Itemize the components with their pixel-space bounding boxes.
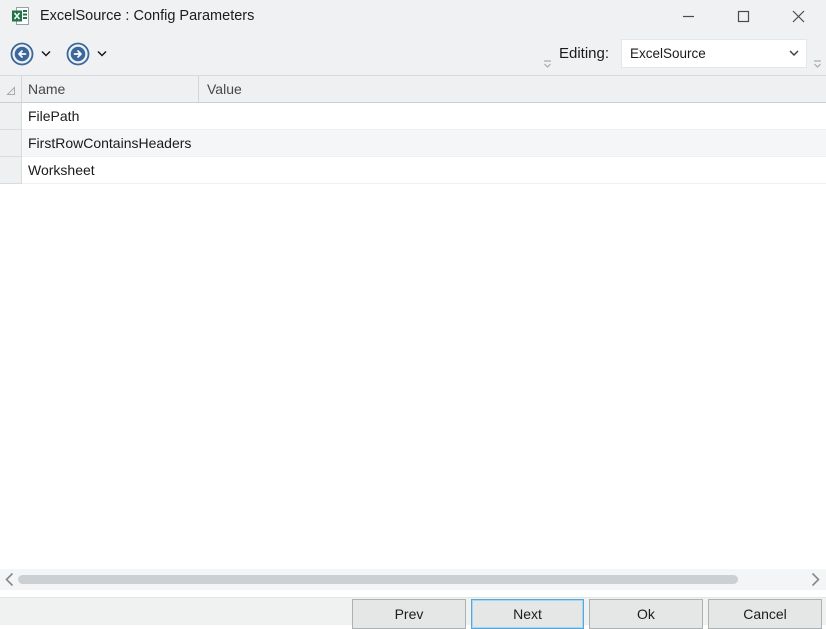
editing-combobox[interactable]: ExcelSource xyxy=(621,39,807,68)
cell-value[interactable] xyxy=(199,157,826,183)
minimize-icon xyxy=(683,15,694,17)
column-header-value[interactable]: Value xyxy=(199,76,826,102)
toolbar-overflow-icon-2[interactable] xyxy=(810,57,824,71)
select-all-corner[interactable] xyxy=(0,76,22,102)
close-button[interactable] xyxy=(771,0,826,32)
minimize-button[interactable] xyxy=(661,0,716,32)
back-button[interactable] xyxy=(9,41,35,67)
grid-row-worksheet[interactable]: Worksheet xyxy=(0,157,826,184)
maximize-icon xyxy=(737,10,750,22)
toolbar-overflow-icon[interactable] xyxy=(540,57,554,71)
editing-label: Editing: xyxy=(559,45,610,62)
parameters-grid: Name Value FilePath FirstRowContainsHead… xyxy=(0,76,826,184)
window-controls xyxy=(661,0,826,32)
toolbar: Editing: ExcelSource xyxy=(0,32,826,76)
horizontal-scrollbar[interactable] xyxy=(0,569,826,590)
back-dropdown-chevron-icon[interactable] xyxy=(35,41,57,67)
editing-combobox-value: ExcelSource xyxy=(630,46,706,61)
cell-value[interactable] xyxy=(199,130,826,156)
corner-triangle-icon xyxy=(5,86,15,95)
forward-button[interactable] xyxy=(65,41,91,67)
close-icon xyxy=(792,10,805,22)
back-circle-icon xyxy=(10,42,34,65)
cell-name[interactable]: FilePath xyxy=(22,103,199,129)
scroll-left-icon[interactable] xyxy=(2,572,16,587)
grid-row-filepath[interactable]: FilePath xyxy=(0,103,826,130)
row-header[interactable] xyxy=(0,130,22,157)
grid-row-firstrowcontainsheaders[interactable]: FirstRowContainsHeaders xyxy=(0,130,826,157)
row-header[interactable] xyxy=(0,103,22,130)
grid-header-row: Name Value xyxy=(0,76,826,103)
scrollbar-thumb[interactable] xyxy=(18,575,738,584)
window-title: ExcelSource : Config Parameters xyxy=(40,8,255,24)
scroll-right-icon[interactable] xyxy=(808,572,822,587)
cell-name[interactable]: Worksheet xyxy=(22,157,199,183)
excel-app-icon xyxy=(10,5,32,27)
forward-circle-icon xyxy=(66,42,90,65)
chevron-down-icon xyxy=(789,50,799,57)
cell-name[interactable]: FirstRowContainsHeaders xyxy=(22,130,199,156)
row-header[interactable] xyxy=(0,157,22,184)
cell-value[interactable] xyxy=(199,103,826,129)
title-bar: ExcelSource : Config Parameters xyxy=(0,0,826,32)
column-header-name[interactable]: Name xyxy=(22,76,199,102)
footer-bar: Prev Next Ok Cancel xyxy=(0,597,826,629)
forward-dropdown-chevron-icon[interactable] xyxy=(91,41,113,67)
maximize-button[interactable] xyxy=(716,0,771,32)
